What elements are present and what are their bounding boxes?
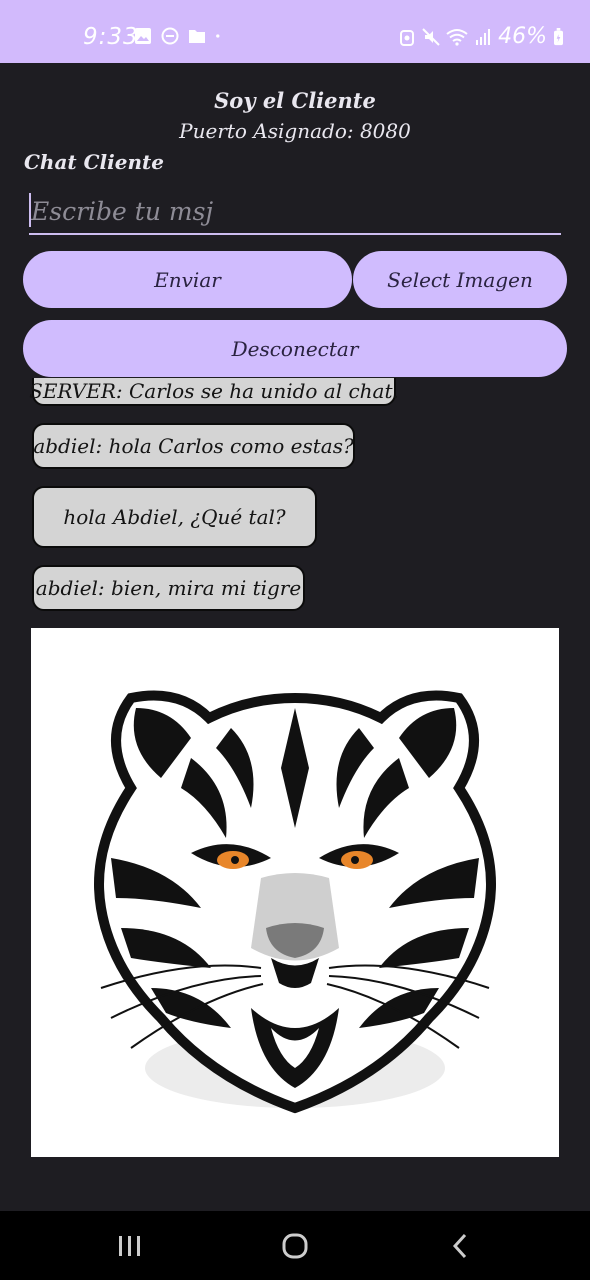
status-left-icons	[134, 27, 225, 45]
alarm-icon	[400, 29, 415, 46]
signal-icon	[476, 28, 491, 45]
disconnect-button[interactable]: Desconectar	[23, 320, 567, 377]
message-bubble: abdiel: hola Carlos como estas?	[32, 423, 355, 469]
navigation-bar	[0, 1211, 590, 1280]
folder-icon	[189, 30, 205, 43]
chat-message-list[interactable]: SERVER: Carlos se ha unido al chat. abdi…	[0, 378, 590, 1210]
status-time: 9:33	[83, 24, 139, 50]
back-icon[interactable]	[440, 1229, 480, 1263]
send-button[interactable]: Enviar	[23, 251, 352, 308]
chat-label: Chat Cliente	[24, 150, 164, 174]
text-caret	[29, 193, 31, 227]
status-bar: 9:33 46%	[0, 0, 590, 63]
image-icon	[135, 28, 151, 44]
tiger-image	[31, 628, 559, 1157]
battery-icon	[554, 27, 563, 45]
message-input[interactable]	[29, 190, 561, 235]
wifi-icon	[446, 28, 468, 46]
message-bubble: SERVER: Carlos se ha unido al chat.	[29, 378, 399, 406]
assigned-port: Puerto Asignado: 8080	[179, 119, 411, 143]
mute-icon	[422, 27, 440, 46]
dnd-icon	[161, 27, 179, 45]
dot-icon	[216, 34, 220, 38]
home-icon[interactable]	[275, 1229, 315, 1263]
message-bubble: abdiel: bien, mira mi tigre	[32, 565, 305, 611]
select-image-button[interactable]: Select Imagen	[353, 251, 567, 308]
message-bubble: hola Abdiel, ¿Qué tal?	[32, 486, 317, 548]
image-message	[31, 628, 559, 1157]
recents-icon[interactable]	[110, 1229, 150, 1263]
status-right: 46%	[398, 24, 564, 49]
battery-percent: 46%	[498, 24, 547, 49]
page-title: Soy el Cliente	[214, 88, 376, 113]
